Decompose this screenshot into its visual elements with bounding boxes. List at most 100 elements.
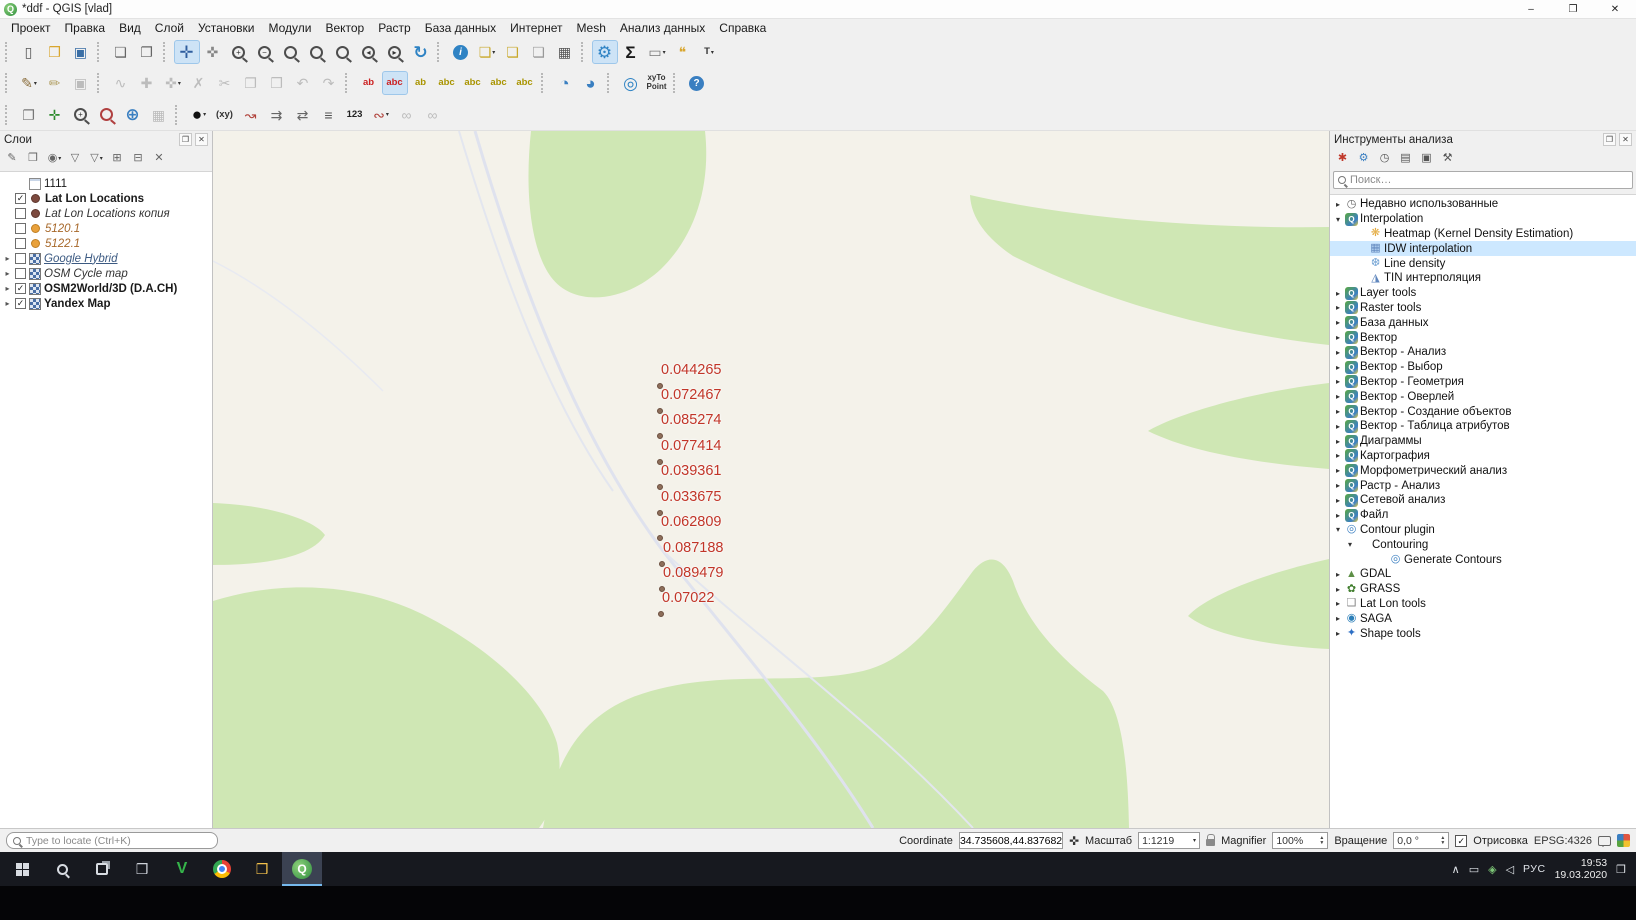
toolbar-handle[interactable] bbox=[5, 73, 13, 93]
tray-language[interactable]: РУС bbox=[1523, 863, 1546, 875]
expander-icon[interactable]: ▸ bbox=[3, 284, 12, 293]
expander-icon[interactable]: ▾ bbox=[1345, 540, 1355, 549]
tile-index[interactable]: ▦ bbox=[146, 103, 172, 127]
new-project[interactable]: ▯ bbox=[16, 40, 42, 64]
expander-icon[interactable]: ▸ bbox=[1333, 496, 1343, 505]
minimize-button[interactable]: – bbox=[1510, 0, 1552, 18]
numerical-digitize[interactable]: 123 bbox=[342, 103, 368, 127]
new-print-layout[interactable]: ❏ bbox=[108, 40, 134, 64]
diagram-options-2[interactable]: ◕ bbox=[578, 71, 604, 95]
processing-toolbox-toggle[interactable]: ⚙ bbox=[592, 40, 618, 64]
toolbox-group-shape-tools[interactable]: ▸ ✦ Shape tools bbox=[1330, 626, 1636, 641]
alg-heatmap[interactable]: ❋ Heatmap (Kernel Density Estimation) bbox=[1330, 227, 1636, 242]
visibility-checkbox[interactable] bbox=[15, 193, 26, 204]
menu-item[interactable]: Слой bbox=[148, 20, 191, 36]
undo[interactable]: ↶ bbox=[290, 71, 316, 95]
menu-item[interactable]: Растр bbox=[371, 20, 417, 36]
tray-security-icon[interactable]: ◈ bbox=[1488, 863, 1496, 876]
visibility-checkbox[interactable] bbox=[15, 238, 26, 249]
save-layer-edits[interactable]: ▣ bbox=[68, 71, 94, 95]
open-attribute-table[interactable]: ▦ bbox=[552, 40, 578, 64]
menu-item[interactable]: База данных bbox=[418, 20, 503, 36]
digitize-with-curve[interactable]: ∿ bbox=[108, 71, 134, 95]
layer-1111[interactable]: 1111 bbox=[0, 176, 212, 191]
point-style-menu[interactable]: ●▾ bbox=[186, 103, 212, 127]
map-canvas[interactable]: 0.044265 0.072467 0.085274 0.077414 0.03… bbox=[213, 131, 1329, 828]
menu-item[interactable]: Установки bbox=[191, 20, 261, 36]
cut-features[interactable]: ✂ bbox=[212, 71, 238, 95]
zoom-full[interactable] bbox=[278, 40, 304, 64]
expander-icon[interactable]: ▸ bbox=[1333, 511, 1343, 520]
redo[interactable]: ↷ bbox=[316, 71, 342, 95]
text-annotation[interactable]: T▾ bbox=[696, 40, 722, 64]
toolbox-group-vector-selection[interactable]: ▸ Q Вектор - Выбор bbox=[1330, 360, 1636, 375]
label-rotate[interactable]: abc bbox=[486, 71, 512, 95]
models-menu[interactable]: ✱ bbox=[1332, 149, 1353, 168]
expand-all[interactable]: ⊞ bbox=[107, 149, 128, 168]
web-reader[interactable]: ⊕ bbox=[120, 103, 146, 127]
extents-toggle-icon[interactable]: ✜ bbox=[1069, 834, 1079, 848]
direction-arrows[interactable]: ⇉ bbox=[264, 103, 290, 127]
tray-display-icon[interactable]: ▭ bbox=[1469, 863, 1479, 876]
open-project[interactable]: ❒ bbox=[42, 40, 68, 64]
alg-generate-contours[interactable]: ◎ Generate Contours bbox=[1330, 552, 1636, 567]
expander-icon[interactable]: ▸ bbox=[1333, 289, 1343, 298]
geodesic-shape-2[interactable]: ∞ bbox=[420, 103, 446, 127]
vertex-tool[interactable]: ✜▾ bbox=[160, 71, 186, 95]
layer-google-hybrid[interactable]: ▸ Google Hybrid bbox=[0, 251, 212, 266]
zoom-out[interactable]: − bbox=[252, 40, 278, 64]
expander-icon[interactable]: ▸ bbox=[1333, 363, 1343, 372]
labeling-options[interactable]: ab bbox=[356, 71, 382, 95]
layout-manager[interactable]: ❐ bbox=[134, 40, 160, 64]
task-view-button[interactable] bbox=[82, 852, 122, 886]
expander-icon[interactable]: ▸ bbox=[1333, 422, 1343, 431]
expander-icon[interactable]: ▸ bbox=[1333, 407, 1343, 416]
layer-lat-lon-locations-copy[interactable]: Lat Lon Locations копия bbox=[0, 206, 212, 221]
layer-yandex-map[interactable]: ▸ Yandex Map bbox=[0, 296, 212, 311]
delete-selected[interactable]: ✗ bbox=[186, 71, 212, 95]
toolbox-search-input[interactable] bbox=[1350, 174, 1628, 186]
deselect-features[interactable]: ❏ bbox=[526, 40, 552, 64]
toolbox-options[interactable]: ⚒ bbox=[1437, 149, 1458, 168]
taskbar-clock[interactable]: 19:53 19.03.2020 bbox=[1555, 857, 1608, 882]
save-project[interactable]: ▣ bbox=[68, 40, 94, 64]
layers-panel-close-button[interactable]: ✕ bbox=[195, 133, 208, 146]
toolbar-handle[interactable] bbox=[541, 73, 549, 93]
spinner-arrows-icon[interactable]: ▲▼ bbox=[1319, 836, 1324, 846]
messages-icon[interactable] bbox=[1598, 836, 1611, 846]
filter-by-expression[interactable]: ▽▾ bbox=[86, 149, 107, 168]
measure-tool[interactable]: ▭▾ bbox=[644, 40, 670, 64]
menu-item[interactable]: Анализ данных bbox=[613, 20, 712, 36]
toolbox-group-vector-analysis[interactable]: ▸ Q Вектор - Анализ bbox=[1330, 345, 1636, 360]
taskbar-app-explorer[interactable]: ❒ bbox=[242, 852, 282, 886]
toolbar-handle[interactable] bbox=[345, 73, 353, 93]
toolbar-handle[interactable] bbox=[5, 105, 13, 125]
render-checkbox[interactable]: ✓ bbox=[1455, 835, 1467, 847]
taskbar-app-qgis[interactable]: Q bbox=[282, 852, 322, 886]
alg-tin-interpolation[interactable]: ◮ TIN интерполяция bbox=[1330, 271, 1636, 286]
toolbar-handle[interactable] bbox=[97, 42, 105, 62]
menu-item[interactable]: Модули bbox=[261, 20, 318, 36]
qgis-news-icon[interactable] bbox=[1617, 834, 1630, 847]
toolbox-group-lat-lon-tools[interactable]: ▸ ❑ Lat Lon tools bbox=[1330, 597, 1636, 612]
zoom-to-coordinate[interactable]: + bbox=[68, 103, 94, 127]
expander-icon[interactable]: ▸ bbox=[1333, 614, 1343, 623]
menu-item[interactable]: Правка bbox=[58, 20, 113, 36]
taskbar-app-window[interactable]: ❒ bbox=[122, 852, 162, 886]
expander-icon[interactable]: ▸ bbox=[1333, 570, 1343, 579]
pan-to-selection[interactable]: ✜ bbox=[200, 40, 226, 64]
diagram-options[interactable]: ◔ bbox=[552, 71, 578, 95]
visibility-checkbox[interactable] bbox=[15, 298, 26, 309]
save-model[interactable]: ▣ bbox=[1416, 149, 1437, 168]
magnifier-spinbox[interactable]: 100% ▲▼ bbox=[1272, 832, 1328, 849]
taskbar-app-v[interactable]: V bbox=[162, 852, 202, 886]
osm-place-search[interactable]: ◎ bbox=[618, 71, 644, 95]
toolbar-handle[interactable] bbox=[581, 42, 589, 62]
toolbox-panel-close-button[interactable]: ✕ bbox=[1619, 133, 1632, 146]
start-button[interactable] bbox=[2, 852, 42, 886]
zoom-in[interactable]: + bbox=[226, 40, 252, 64]
notification-center-icon[interactable]: ❒ bbox=[1616, 863, 1626, 876]
toolbox-panel-float-button[interactable]: ❐ bbox=[1603, 133, 1616, 146]
expander-icon[interactable]: ▸ bbox=[1333, 318, 1343, 327]
toolbox-group-diagrams[interactable]: ▸ Q Диаграммы bbox=[1330, 434, 1636, 449]
